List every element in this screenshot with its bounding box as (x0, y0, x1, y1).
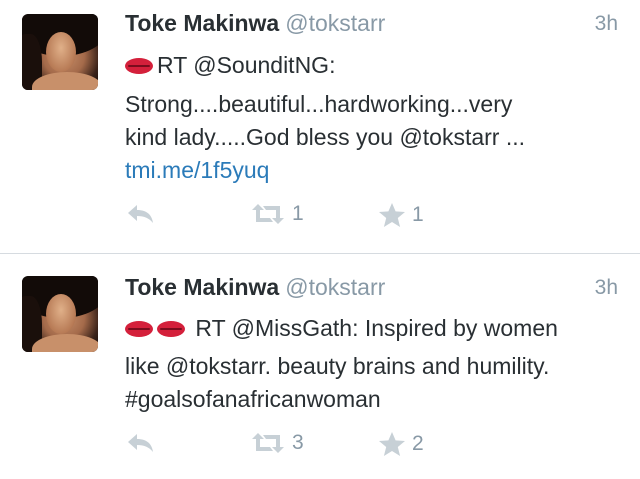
avatar[interactable] (22, 14, 98, 90)
author-display-name[interactable]: Toke Makinwa (125, 274, 279, 300)
reply-icon (128, 205, 153, 223)
tweet-text-line: RT @SounditNG: (125, 52, 335, 79)
retweet-count: 1 (292, 202, 304, 225)
tweet-divider (0, 253, 640, 254)
retweet-icon (252, 433, 284, 453)
tweet-text: RT @SounditNG: (157, 52, 336, 78)
favorite-count: 2 (412, 432, 424, 455)
author-handle[interactable]: @tokstarr (285, 10, 385, 36)
kiss-mark-icon (157, 319, 185, 339)
author-display-name[interactable]: Toke Makinwa (125, 10, 279, 36)
tweet-text-line: RT @MissGath: Inspired by women (125, 315, 558, 342)
tweet-timestamp: 3h (594, 276, 618, 299)
author-name[interactable]: Toke Makinwa @tokstarr (125, 274, 385, 301)
kiss-mark-icon (125, 56, 153, 76)
reply-button[interactable] (125, 431, 155, 453)
retweet-icon (252, 204, 284, 224)
tweet-link[interactable]: tmi.me/1f5yuq (125, 157, 269, 184)
reply-icon (128, 434, 153, 452)
retweet-count: 3 (292, 431, 304, 454)
retweet-button[interactable]: 3 (250, 431, 304, 455)
star-icon (379, 432, 405, 456)
avatar[interactable] (22, 276, 98, 352)
tweet-text-line: like @tokstarr. beauty brains and humili… (125, 353, 550, 379)
tweet-text-line: Strong....beautiful...hardworking...very (125, 91, 513, 117)
retweet-button[interactable]: 1 (250, 202, 304, 226)
favorite-count: 1 (412, 203, 424, 226)
reply-button[interactable] (125, 202, 155, 224)
favorite-button[interactable]: 2 (378, 431, 424, 457)
favorite-button[interactable]: 1 (378, 202, 424, 228)
author-handle[interactable]: @tokstarr (285, 274, 385, 300)
kiss-mark-icon (125, 319, 153, 339)
tweet-text-line: kind lady.....God bless you @tokstarr ..… (125, 124, 526, 150)
tweet[interactable]: Toke Makinwa @tokstarr 3h RT @MissGath: I… (0, 256, 640, 479)
tweet-text: RT @MissGath: Inspired by women (195, 315, 558, 341)
star-icon (379, 203, 405, 227)
tweet-timestamp: 3h (594, 12, 618, 35)
tweet[interactable]: Toke Makinwa @tokstarr 3h RT @SounditNG: … (0, 0, 640, 250)
author-name[interactable]: Toke Makinwa @tokstarr (125, 10, 385, 37)
tweet-actions: 3 2 (0, 431, 640, 463)
tweet-actions: 1 1 (0, 202, 640, 234)
tweet-hashtag[interactable]: #goalsofanafricanwoman (125, 386, 381, 413)
